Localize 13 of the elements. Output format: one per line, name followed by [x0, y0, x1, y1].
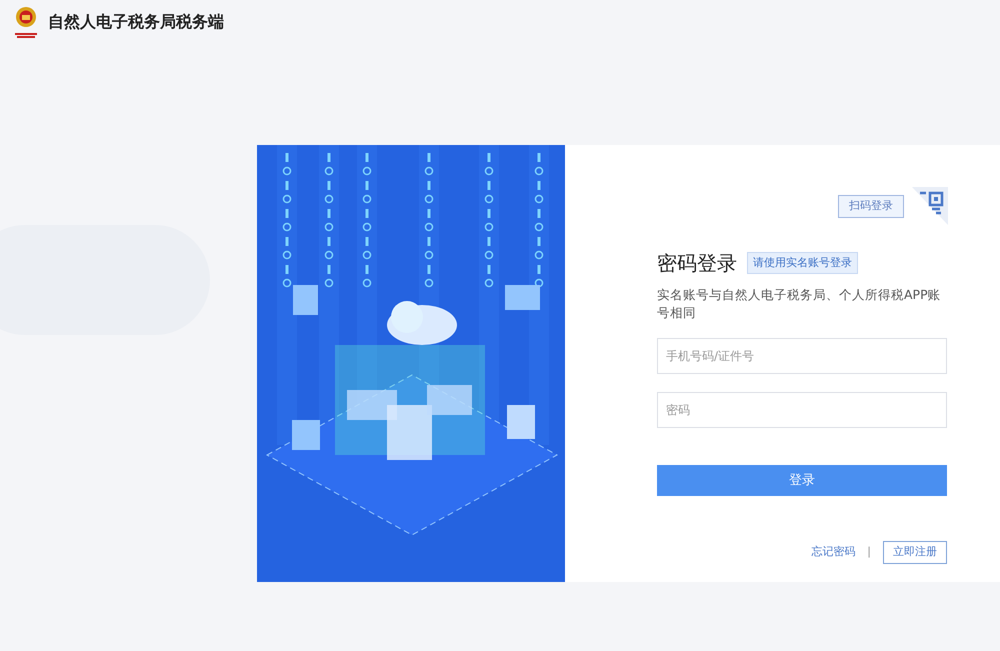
password-field[interactable]: 密码	[657, 392, 947, 428]
real-name-hint-badge: 请使用实名账号登录	[747, 252, 858, 274]
link-separator: |	[867, 544, 871, 560]
emblem-logo-icon	[12, 4, 40, 38]
login-description: 实名账号与自然人电子税务局、个人所得税APP账号相同	[657, 286, 942, 322]
account-field[interactable]: 手机号码/证件号	[657, 338, 947, 374]
login-title: 密码登录	[657, 250, 737, 277]
qr-login-tooltip: 扫码登录	[838, 195, 904, 218]
qr-code-corner-icon[interactable]	[912, 187, 948, 225]
forgot-password-link[interactable]: 忘记密码	[811, 544, 856, 560]
login-button[interactable]: 登录	[657, 465, 947, 496]
site-title: 自然人电子税务局税务端	[48, 10, 224, 32]
register-button[interactable]: 立即注册	[883, 541, 947, 564]
